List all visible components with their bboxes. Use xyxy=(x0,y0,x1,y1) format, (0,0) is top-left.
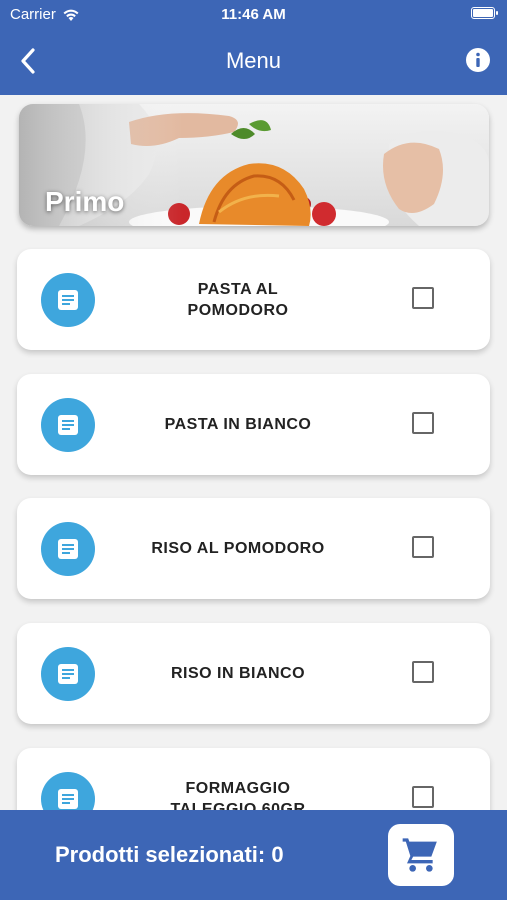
document-icon xyxy=(41,522,95,576)
battery-icon xyxy=(471,7,498,19)
item-checkbox[interactable] xyxy=(412,536,434,558)
item-label: PASTA IN BIANCO xyxy=(164,416,312,433)
item-label: RISO AL POMODORO xyxy=(151,540,325,557)
status-time: 11:46 AM xyxy=(221,6,286,23)
item-label: PASTA AL POMODORO xyxy=(187,280,289,319)
item-checkbox[interactable] xyxy=(412,287,434,309)
page-title: Menu xyxy=(225,48,282,73)
document-icon xyxy=(41,398,95,452)
cart-button[interactable] xyxy=(388,824,454,886)
item-label: RISO IN BIANCO xyxy=(170,665,306,682)
status-bar: Carrier 11:46 AM xyxy=(0,0,507,30)
bottom-bar: Prodotti selezionati: 0 xyxy=(0,810,507,900)
menu-screen: Carrier 11:46 AM Menu Primo PASTA AL POM… xyxy=(0,0,507,900)
banner-title: Primo xyxy=(45,186,125,217)
list-item[interactable]: RISO IN BIANCO xyxy=(17,623,490,724)
category-banner: Primo xyxy=(19,104,489,226)
info-icon[interactable] xyxy=(465,47,491,73)
top-bar: Carrier 11:46 AM Menu xyxy=(0,0,507,95)
document-icon xyxy=(41,273,95,327)
list-item[interactable]: PASTA IN BIANCO xyxy=(17,374,490,475)
document-icon xyxy=(41,647,95,701)
item-checkbox[interactable] xyxy=(412,661,434,683)
cart-icon xyxy=(402,838,437,872)
item-checkbox[interactable] xyxy=(412,412,434,434)
item-checkbox[interactable] xyxy=(412,786,434,808)
navigation-bar: Menu xyxy=(0,38,507,82)
selected-count: Prodotti selezionati: 0 xyxy=(55,842,284,867)
list-item[interactable]: PASTA AL POMODORO xyxy=(17,249,490,350)
list-item[interactable]: RISO AL POMODORO xyxy=(17,498,490,599)
